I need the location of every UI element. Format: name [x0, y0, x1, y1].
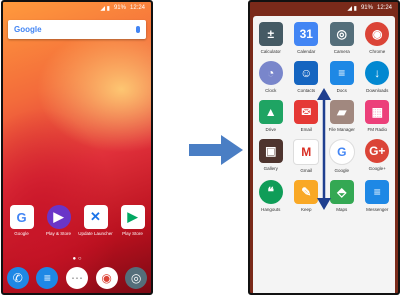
drawer-app[interactable]: G+ Google+ [360, 139, 396, 173]
mic-icon[interactable] [136, 26, 140, 33]
maps-icon: ⬘ [329, 180, 354, 204]
battery-level: 91% [360, 5, 373, 11]
play-music-icon: ▶ [46, 205, 71, 229]
app-label: Chrome [369, 49, 386, 54]
google-icon: G [9, 205, 34, 229]
signal-icon: ◢ ▮ [347, 5, 357, 12]
app-label: File Manager [328, 127, 355, 132]
downloads-icon: ↓ [365, 61, 390, 85]
page-indicator: ● ○ [72, 256, 82, 262]
home-app[interactable]: ▶ Play & Store [44, 205, 74, 236]
camera-icon[interactable]: ◎ [125, 267, 148, 289]
drawer-app[interactable]: ◎ Camera [324, 22, 360, 54]
messenger-icon: ≡ [365, 180, 390, 204]
google-plus-icon: G+ [365, 139, 390, 163]
home-app[interactable]: ▶ Play Store [118, 205, 148, 236]
file-manager-icon: ▰ [329, 100, 354, 124]
clock-icon: ◔ [258, 61, 283, 85]
calculator-icon: ± [258, 22, 283, 46]
battery-level: 91% [113, 5, 126, 11]
docs-icon: ≡ [329, 61, 354, 85]
scroll-direction-arrow-icon [317, 88, 331, 210]
app-label: FM Radio [367, 127, 387, 132]
app-label: Messenger [366, 207, 389, 212]
search-brand: Google [14, 25, 42, 34]
drawer-app[interactable]: ▦ FM Radio [360, 100, 396, 132]
clock-time: 12:24 [376, 5, 392, 11]
status-bar: ◢ ▮ 91% 12:24 [250, 2, 398, 14]
transition-arrow-icon [189, 135, 243, 165]
messages-icon[interactable]: ≡ [36, 267, 59, 289]
calendar-icon: 31 [294, 22, 319, 46]
app-label: Google+ [368, 166, 386, 171]
drawer-app[interactable]: ◔ Clock [253, 61, 289, 93]
app-label: Clock [265, 88, 277, 93]
app-label: Gmail [300, 168, 313, 173]
home-app-row: G Google ▶ Play & Store ✕ Update Launcher ▶ Pla… [3, 205, 151, 236]
signal-icon: ◢ ▮ [100, 5, 110, 12]
drawer-app[interactable]: ▣ Gallery [253, 139, 289, 173]
app-label: Hangouts [261, 207, 281, 212]
app-label: Maps [336, 207, 348, 212]
app-label: Docs [336, 88, 347, 93]
app-label: Google [334, 168, 349, 173]
app-label: Drive [265, 127, 276, 132]
drawer-app[interactable]: ◉ Chrome [360, 22, 396, 54]
clock-time: 12:24 [129, 5, 145, 11]
app-label: Calculator [260, 49, 281, 54]
gmail-icon: M [293, 139, 320, 165]
app-label: Camera [333, 49, 350, 54]
drawer-app[interactable]: 31 Calendar [289, 22, 325, 54]
home-screen: ◢ ▮ 91% 12:24 Google G Google ▶ Play & Stor… [1, 0, 153, 295]
radio-icon: ▦ [365, 100, 390, 124]
app-label: Email [300, 127, 312, 132]
app-label: Keep [300, 207, 312, 212]
drive-icon: ▲ [258, 100, 283, 124]
app-label: Gallery [263, 166, 278, 171]
app-label: Play & Store [45, 231, 71, 236]
dock: ✆ ≡ ⋯ ◉ ◎ [3, 267, 151, 289]
camera-icon: ◎ [329, 22, 354, 46]
phone-icon[interactable]: ✆ [6, 267, 29, 289]
chrome-icon: ◉ [365, 22, 390, 46]
google-search-bar[interactable]: Google [8, 20, 146, 39]
app-label: Downloads [366, 88, 389, 93]
contacts-icon: ☺ [294, 61, 319, 85]
app-label: Google [14, 231, 29, 236]
drawer-app[interactable]: ▲ Drive [253, 100, 289, 132]
launcher-icon: ✕ [83, 205, 108, 229]
drawer-app[interactable]: ❝ Hangouts [253, 180, 289, 212]
drawer-app[interactable]: ± Calculator [253, 22, 289, 54]
app-drawer-icon[interactable]: ⋯ [65, 267, 88, 289]
app-label: Play Store [122, 231, 143, 236]
home-app[interactable]: G Google [7, 205, 37, 236]
google-icon: G [328, 139, 355, 165]
home-app[interactable]: ✕ Update Launcher [78, 205, 113, 236]
status-bar: ◢ ▮ 91% 12:24 [3, 2, 151, 14]
app-label: Calendar [297, 49, 316, 54]
app-label: Update Launcher [78, 231, 113, 236]
play-store-icon: ▶ [120, 205, 145, 229]
chrome-icon[interactable]: ◉ [95, 267, 118, 289]
hangouts-icon: ❝ [258, 180, 283, 204]
drawer-app[interactable]: ≡ Messenger [360, 180, 396, 212]
app-label: Contacts [297, 88, 316, 93]
drawer-app[interactable]: ↓ Downloads [360, 61, 396, 93]
keep-icon: ✎ [294, 180, 319, 204]
email-icon: ✉ [294, 100, 319, 124]
gallery-icon: ▣ [258, 139, 283, 163]
